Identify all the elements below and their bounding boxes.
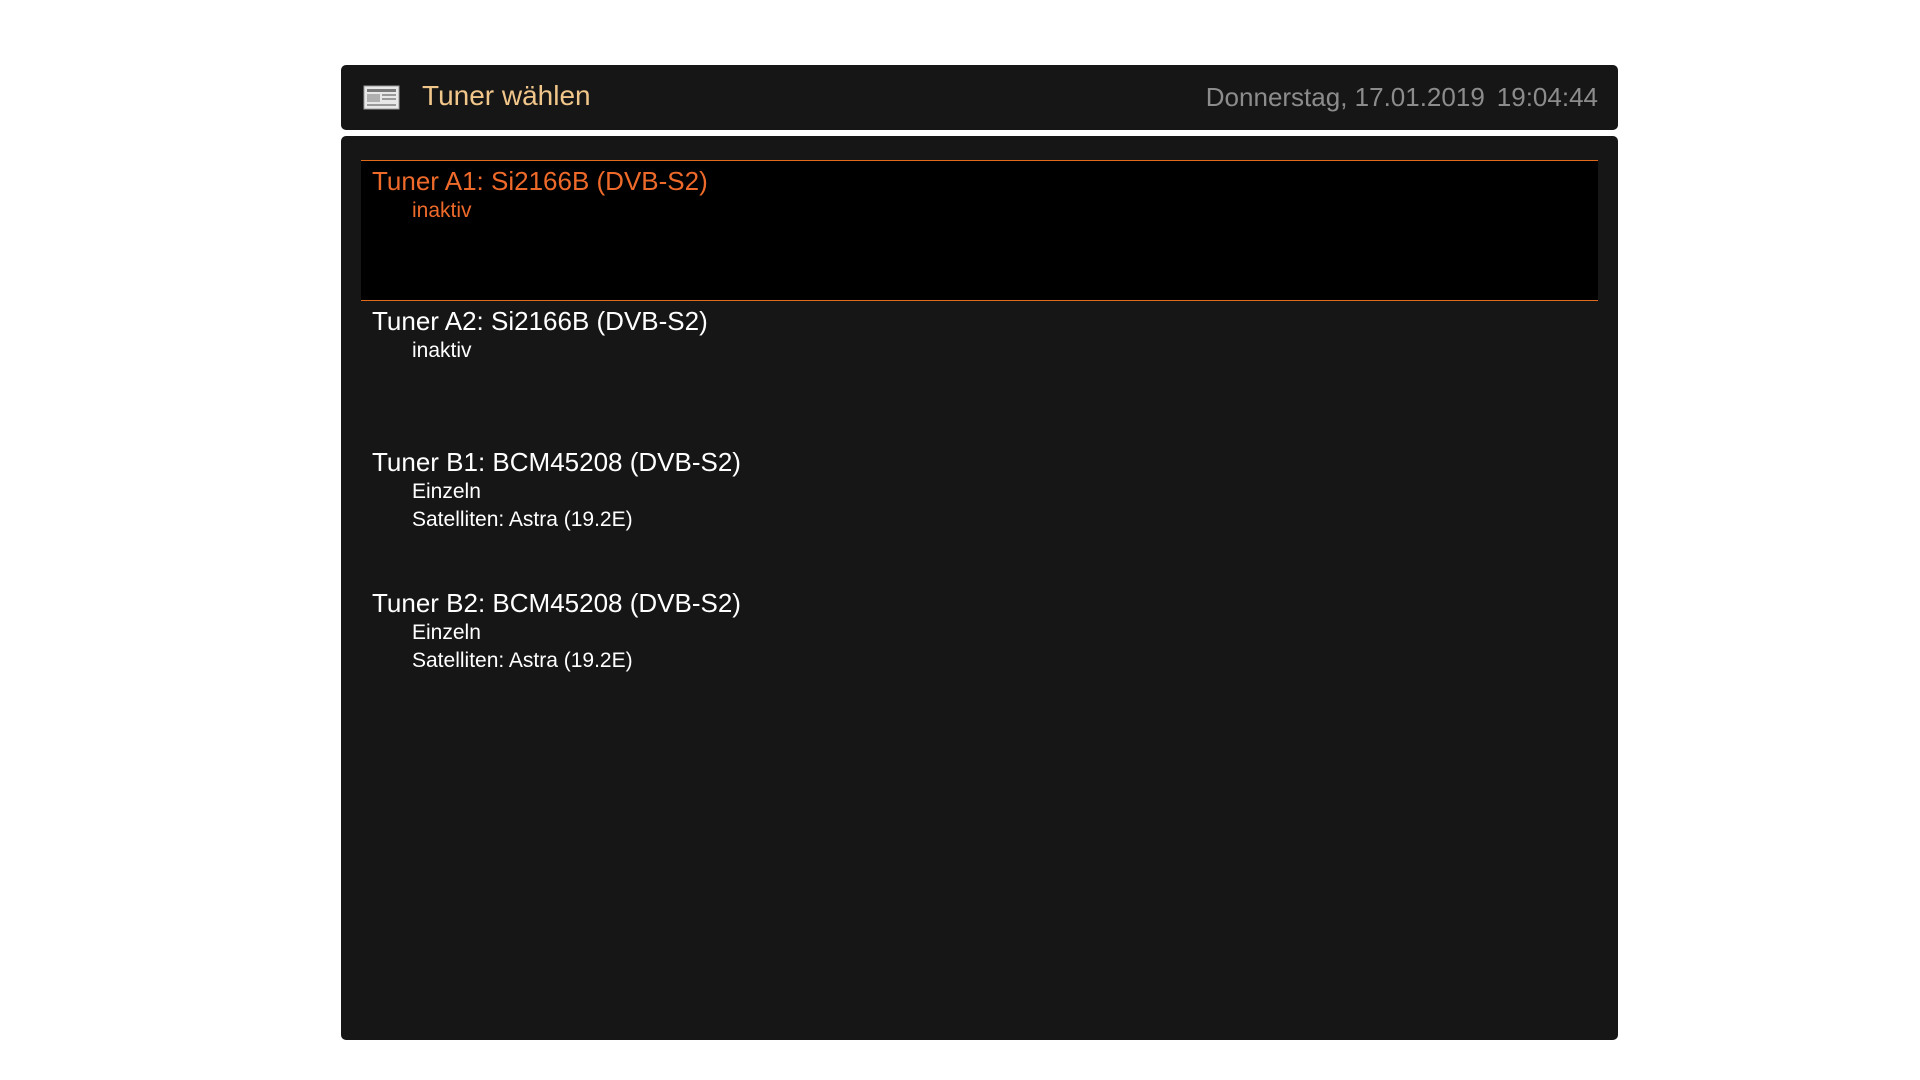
clock: Donnerstag, 17.01.2019 19:04:44 (1206, 80, 1598, 114)
page-title: Tuner wählen (422, 80, 591, 111)
tuner-detail: Einzeln (412, 480, 481, 503)
tuner-detail: inaktiv (412, 339, 472, 362)
date-label: Donnerstag, 17.01.2019 (1205, 82, 1485, 112)
tuner-detail: Satelliten: Astra (19.2E) (412, 508, 633, 531)
tuner-detail: inaktiv (412, 199, 472, 222)
tuner-title: Tuner A2: Si2166B (DVB-S2) (372, 306, 708, 336)
tuner-item-a2[interactable]: Tuner A2: Si2166B (DVB-S2) inaktiv (361, 301, 1598, 442)
tuner-item-a1[interactable]: Tuner A1: Si2166B (DVB-S2) inaktiv (361, 160, 1598, 301)
tuner-panel: Tuner A1: Si2166B (DVB-S2) inaktiv Tuner… (341, 136, 1618, 1040)
tuner-title: Tuner A1: Si2166B (DVB-S2) (372, 166, 708, 196)
tuner-item-b2[interactable]: Tuner B2: BCM45208 (DVB-S2) Einzeln Sate… (361, 583, 1598, 724)
tuner-detail: Satelliten: Astra (19.2E) (412, 649, 633, 672)
document-icon (363, 85, 400, 110)
tuner-list: Tuner A1: Si2166B (DVB-S2) inaktiv Tuner… (361, 160, 1598, 724)
tuner-title: Tuner B2: BCM45208 (DVB-S2) (372, 588, 741, 618)
tuner-detail: Einzeln (412, 621, 481, 644)
tuner-item-b1[interactable]: Tuner B1: BCM45208 (DVB-S2) Einzeln Sate… (361, 442, 1598, 583)
tuner-title: Tuner B1: BCM45208 (DVB-S2) (372, 447, 741, 477)
title-bar: Tuner wählen Donnerstag, 17.01.2019 19:0… (341, 65, 1618, 130)
time-label: 19:04:44 (1496, 82, 1598, 112)
